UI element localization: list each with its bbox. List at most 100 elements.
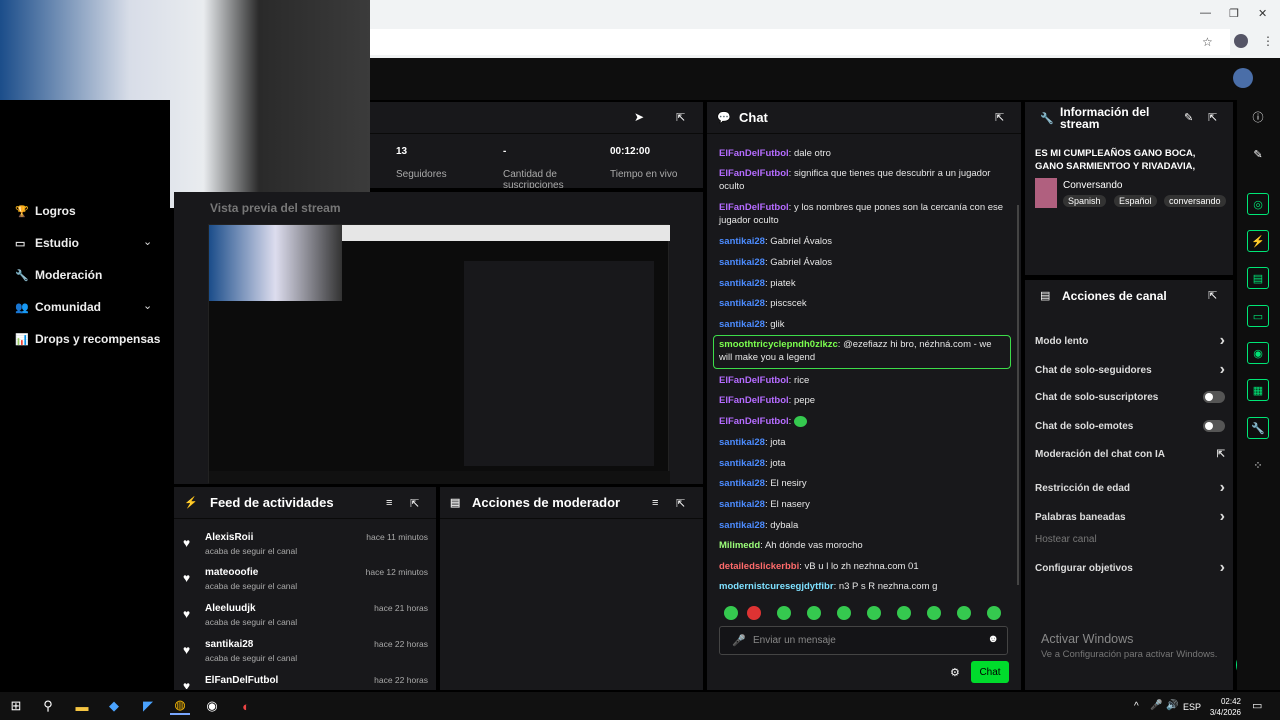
gear-icon[interactable]: ⚙ [950,666,960,679]
minimize-button[interactable]: — [1200,7,1211,19]
maximize-button[interactable]: ❐ [1229,7,1239,20]
chat-username[interactable]: ElFanDelFutbol [719,202,789,213]
chat-username[interactable]: ElFanDelFutbol [719,416,789,427]
obs-icon[interactable]: ◉ [202,697,222,715]
clipboard-icon[interactable]: ▤ [1247,267,1269,289]
lightning-icon[interactable]: ⚡ [1247,230,1269,252]
language-indicator[interactable]: ESP [1183,702,1201,712]
capture-icon[interactable]: ◎ [1247,193,1269,215]
chevron-right-icon[interactable]: › [1220,508,1225,526]
info-icon[interactable]: ⓘ [1247,106,1269,128]
chat-username[interactable]: santikai28 [719,319,765,330]
chrome-icon[interactable]: ◍ [170,697,190,715]
mic-tray-icon[interactable]: 🎤 [1150,700,1162,711]
emote-icon[interactable] [897,606,911,620]
profile-avatar[interactable] [1234,34,1248,48]
sidebar-item-drops[interactable]: 📊 Drops y recompensas [15,332,160,346]
wrench-icon[interactable]: 🔧 [1247,417,1269,439]
popout-icon[interactable]: ⇱ [1208,289,1217,302]
address-bar[interactable] [370,29,1230,55]
clock[interactable]: 02:42 3/4/2026 [1205,696,1241,718]
toggle-switch[interactable] [1203,420,1225,432]
apps-icon[interactable]: ⁘ [1247,454,1269,476]
chat-username[interactable]: ElFanDelFutbol [719,375,789,386]
channel-action-row[interactable]: Modo lento › [1035,332,1225,350]
chat-username[interactable]: santikai28 [719,458,765,469]
sidebar-item-comunidad[interactable]: 👥 Comunidad [15,300,101,314]
windows-start-icon[interactable]: ⊞ [6,697,26,715]
emote-icon[interactable] [724,606,738,620]
chat-username[interactable]: santikai28 [719,257,765,268]
pencil-icon[interactable]: ✎ [1247,143,1269,165]
chat-username[interactable]: santikai28 [719,236,765,247]
chevron-down-icon[interactable]: ⌄ [143,299,152,312]
tag[interactable]: Spanish [1063,195,1106,207]
channel-action-row[interactable]: Moderación del chat con IA ⇱ [1035,449,1225,460]
stream-preview-video[interactable] [208,224,670,484]
chat-username[interactable]: ElFanDelFutbol [719,395,789,406]
channel-action-row[interactable]: Palabras baneadas › [1035,508,1225,526]
layout-icon[interactable]: ▦ [1247,379,1269,401]
chat-username[interactable]: santikai28 [719,499,765,510]
chat-username[interactable]: santikai28 [719,278,765,289]
emote-icon[interactable] [807,606,821,620]
notification-icon[interactable]: ▭ [1252,699,1262,712]
store-icon[interactable]: ◆ [104,697,124,715]
chat-username[interactable]: santikai28 [719,478,765,489]
filter-icon[interactable]: ≡ [652,497,658,509]
emote-icon[interactable] [987,606,1001,620]
emoji-icon[interactable]: ☻ [987,633,999,645]
send-chat-button[interactable]: Chat [971,661,1009,683]
sidebar-item-logros[interactable]: 🏆 Logros [15,204,76,218]
emote-icon[interactable] [747,606,761,620]
chat-input[interactable]: 🎤 Enviar un mensaje ☻ [719,626,1008,655]
popout-icon[interactable]: ⇱ [676,497,685,510]
channel-action-row[interactable]: Chat de solo-suscriptores [1035,391,1225,403]
close-button[interactable]: ✕ [1258,7,1267,20]
toggle-switch[interactable] [1203,391,1225,403]
tag[interactable]: conversando [1164,195,1226,207]
chat-username[interactable]: Milimedd [719,540,760,551]
file-explorer-icon[interactable]: ▬ [72,697,92,715]
popout-icon[interactable]: ⇱ [995,111,1004,124]
sidebar-item-moderacion[interactable]: 🔧 Moderación [15,268,102,282]
chat-bubble-icon[interactable]: ▭ [1247,305,1269,327]
emote-icon[interactable] [837,606,851,620]
chevron-right-icon[interactable]: › [1220,332,1225,350]
edit-pencil-icon[interactable]: ✎ [1184,111,1193,124]
microphone-icon[interactable]: 🎤 [732,634,746,647]
sidebar-item-estudio[interactable]: ▭ Estudio [15,236,79,250]
tray-chevron-icon[interactable]: ^ [1134,701,1139,712]
chat-username[interactable]: santikai28 [719,298,765,309]
user-avatar[interactable] [1233,68,1253,88]
channel-action-row[interactable]: Chat de solo-seguidores › [1035,361,1225,379]
volume-icon[interactable]: 🔊 [1166,700,1178,711]
bookmark-star-icon[interactable]: ☆ [1202,35,1213,49]
chat-username[interactable]: detailedslickerbbi [719,561,799,572]
emote-icon[interactable] [927,606,941,620]
chat-username[interactable]: santikai28 [719,437,765,448]
chat-username[interactable]: ElFanDelFutbol [719,148,789,159]
chat-username[interactable]: santikai28 [719,520,765,531]
broadcast-icon[interactable]: ◉ [1247,342,1269,364]
chat-scrollbar[interactable] [1017,205,1019,585]
chevron-right-icon[interactable]: › [1220,479,1225,497]
emote-icon[interactable] [777,606,791,620]
chevron-right-icon[interactable]: › [1220,559,1225,577]
browser-menu-icon[interactable]: ⋮ [1262,34,1274,48]
chat-username[interactable]: modernistcuresegjdytfibr [719,581,834,592]
filter-icon[interactable]: ≡ [386,497,392,509]
channel-action-row[interactable]: Chat de solo-emotes [1035,420,1225,432]
app-icon[interactable]: ◤ [138,697,158,715]
emote-icon[interactable] [957,606,971,620]
tag[interactable]: Español [1114,195,1157,207]
channel-action-row[interactable]: Configurar objetivos › [1035,559,1225,577]
external-link-icon[interactable]: ⇱ [1217,449,1225,460]
emote-icon[interactable] [867,606,881,620]
chevron-right-icon[interactable]: › [1220,361,1225,379]
channel-action-row[interactable]: Restricción de edad › [1035,479,1225,497]
search-icon[interactable]: ⚲ [38,697,58,715]
popout-icon[interactable]: ⇱ [676,111,685,124]
popout-icon[interactable]: ⇱ [410,497,419,510]
chat-username[interactable]: ElFanDelFutbol [719,168,789,179]
